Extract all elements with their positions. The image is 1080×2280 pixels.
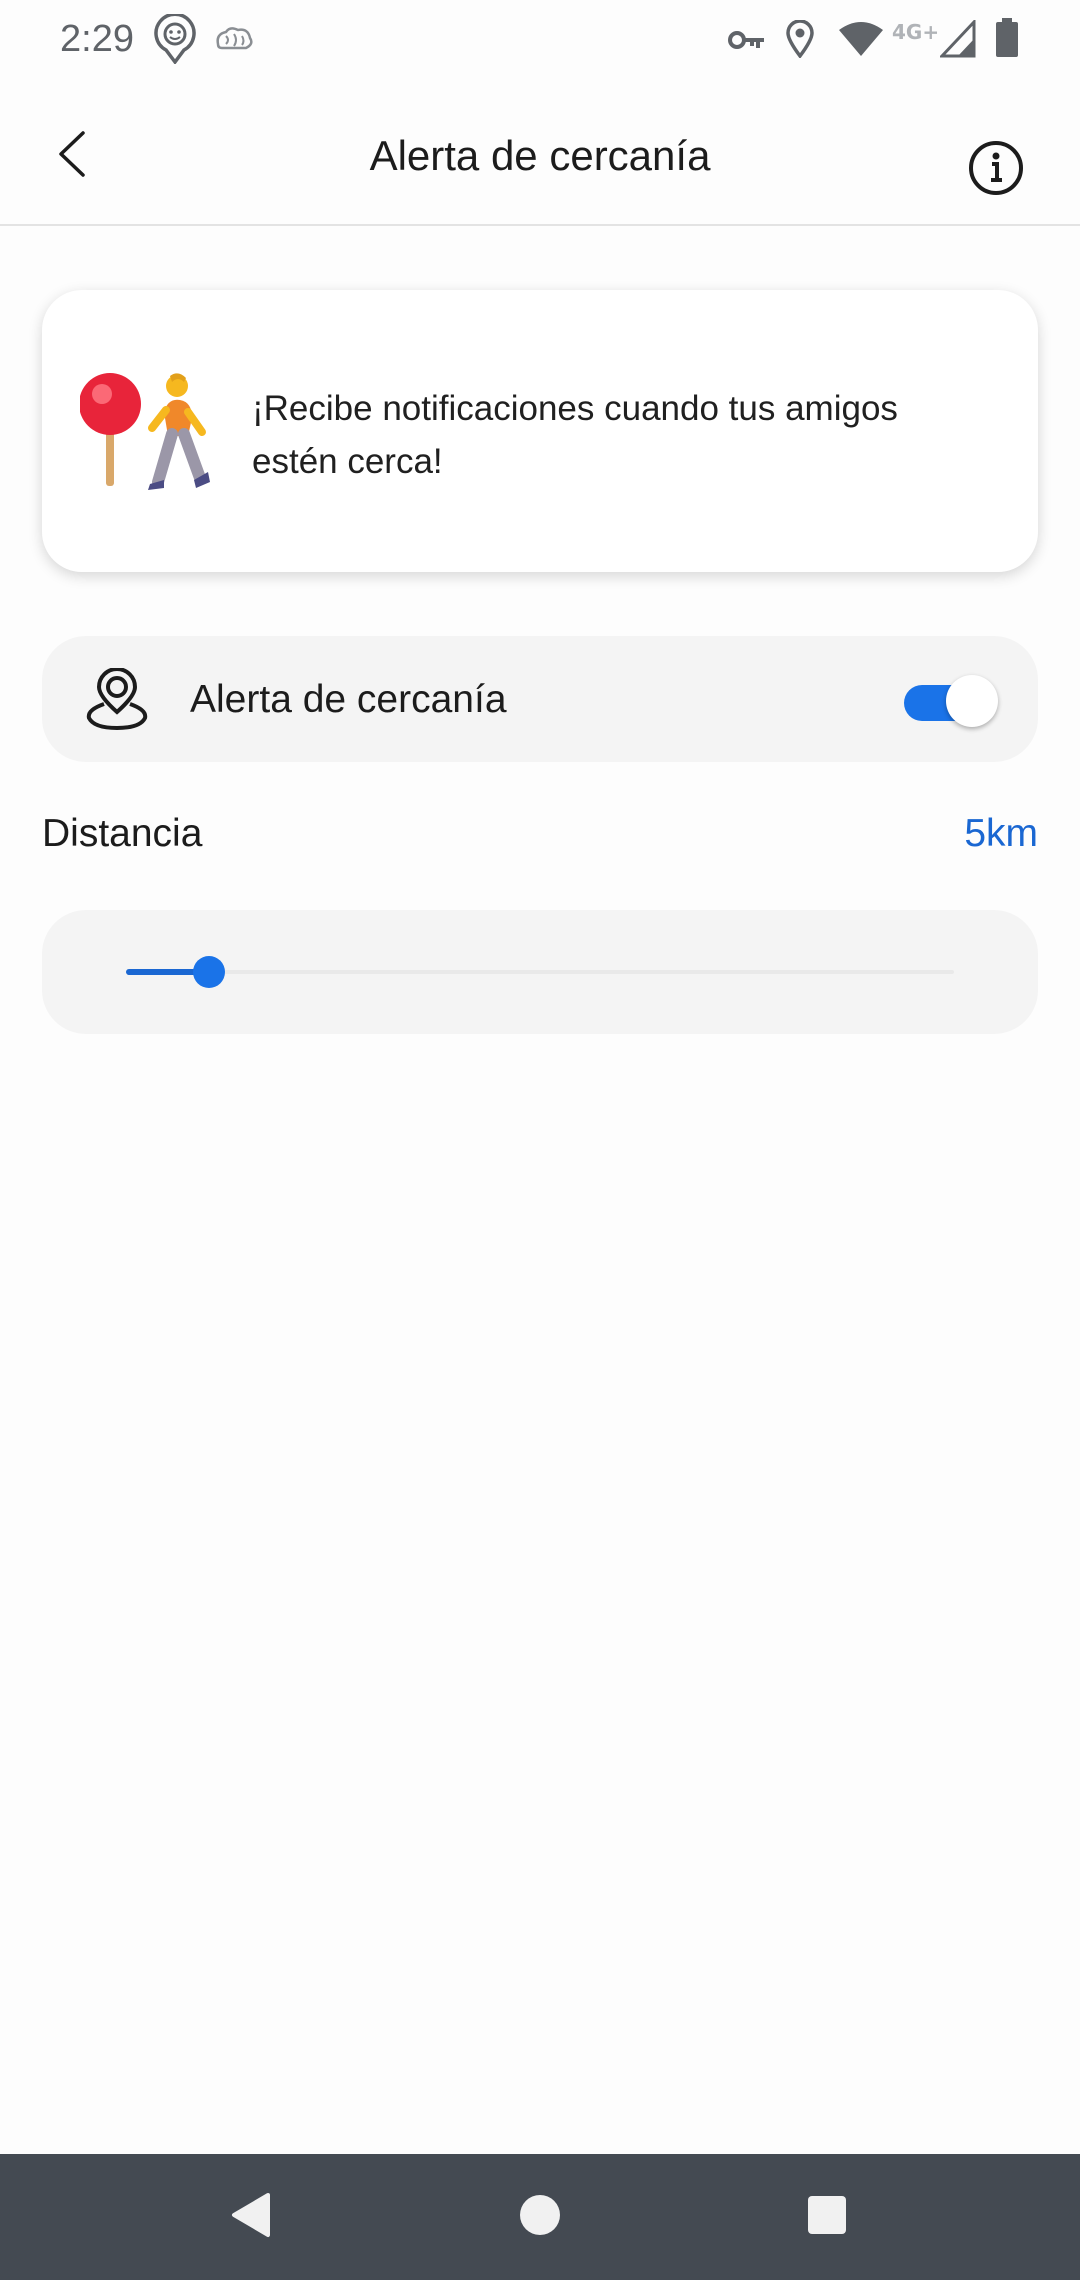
toggle-thumb (946, 675, 998, 727)
banner-message: ¡Recibe notificaciones cuando tus amigos… (252, 389, 898, 481)
vpn-key-icon (728, 28, 766, 57)
face-notification-icon (154, 12, 196, 69)
pin-and-walking-person-illustration (79, 372, 220, 496)
info-icon (966, 141, 1026, 202)
back-triangle-icon (228, 2191, 272, 2244)
info-button[interactable] (966, 138, 1026, 198)
location-icon (786, 19, 814, 63)
proximity-pin-icon (84, 667, 150, 732)
status-bar: 2:29 4G+ (0, 0, 1080, 84)
wifi-icon (838, 22, 884, 63)
proximity-alert-label: Alerta de cercanía (190, 678, 507, 721)
nav-recents-button[interactable] (797, 2187, 857, 2247)
brain-icon (214, 26, 254, 57)
battery-icon (994, 18, 1020, 63)
nav-home-button[interactable] (510, 2187, 570, 2247)
network-type-label: 4G+ (892, 20, 940, 44)
recents-square-icon (806, 2194, 848, 2241)
proximity-alert-row[interactable]: Alerta de cercanía (42, 636, 1038, 762)
app-bar: Alerta de cercanía (0, 84, 1080, 226)
distance-value: 5km (964, 812, 1038, 855)
page-title: Alerta de cercanía (369, 132, 711, 179)
proximity-alert-toggle[interactable] (904, 673, 1000, 727)
signal-icon (938, 18, 976, 63)
status-time: 2:29 (60, 18, 134, 60)
home-circle-icon (518, 2193, 562, 2242)
distance-slider[interactable] (126, 956, 954, 988)
info-banner-card: ¡Recibe notificaciones cuando tus amigos… (42, 290, 1038, 572)
distance-label: Distancia (42, 812, 203, 855)
distance-slider-panel (42, 910, 1038, 1034)
slider-thumb[interactable] (192, 956, 225, 988)
system-navigation-bar (0, 2154, 1080, 2280)
nav-back-button[interactable] (220, 2187, 280, 2247)
